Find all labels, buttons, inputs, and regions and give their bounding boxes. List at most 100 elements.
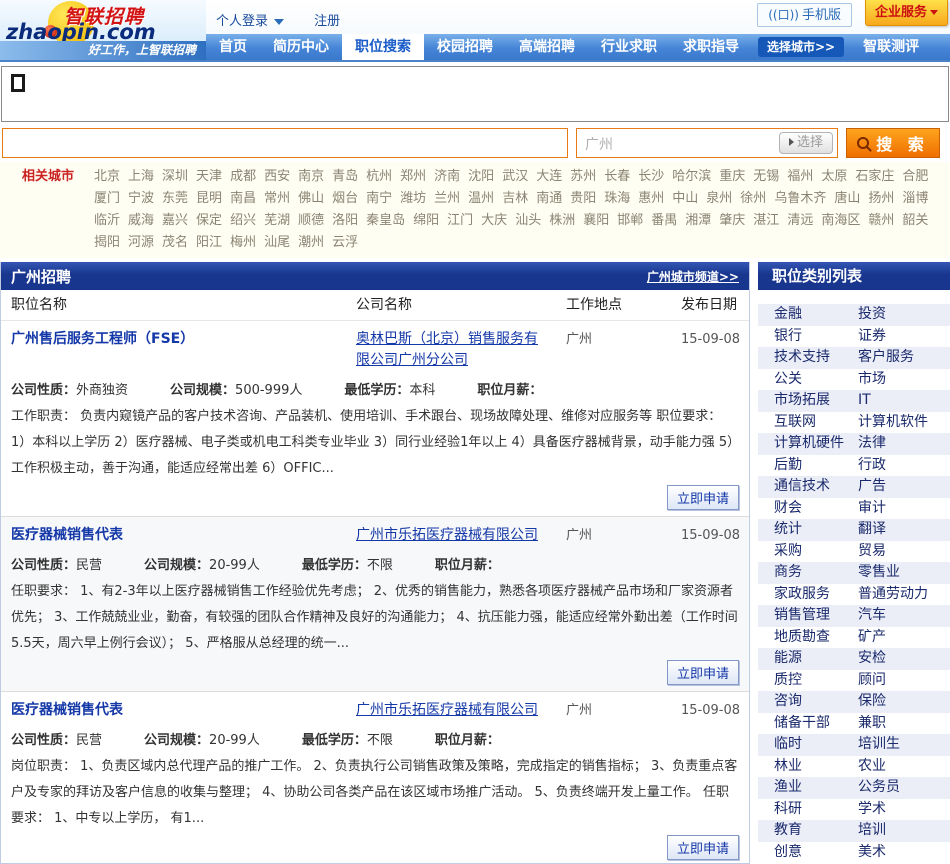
category-link[interactable]: 临时	[774, 734, 858, 756]
related-city-link[interactable]: 贵阳	[570, 188, 596, 210]
related-city-link[interactable]: 重庆	[719, 166, 745, 188]
related-city-link[interactable]: 威海	[128, 210, 154, 232]
related-city-link[interactable]: 淄博	[902, 188, 928, 210]
city-select-button[interactable]: 选择	[778, 132, 833, 154]
job-title-link[interactable]: 医疗器械销售代表	[11, 700, 356, 721]
related-city-link[interactable]: 阳江	[196, 232, 222, 254]
related-city-link[interactable]: 绍兴	[230, 210, 256, 232]
related-city-link[interactable]: 徐州	[740, 188, 766, 210]
related-city-link[interactable]: 长沙	[638, 166, 664, 188]
apply-now-button[interactable]: 立即申请	[666, 485, 739, 510]
related-city-link[interactable]: 番禺	[651, 210, 677, 232]
related-city-link[interactable]: 汕尾	[264, 232, 290, 254]
related-city-link[interactable]: 佛山	[298, 188, 324, 210]
category-link[interactable]: 公务员	[858, 777, 950, 799]
related-city-link[interactable]: 郑州	[400, 166, 426, 188]
nav-city-select-button[interactable]: 选择城市>>	[758, 37, 845, 57]
category-link[interactable]: 采购	[774, 541, 858, 563]
related-city-link[interactable]: 清远	[787, 210, 813, 232]
related-city-link[interactable]: 南宁	[366, 188, 392, 210]
related-city-link[interactable]: 云浮	[332, 232, 358, 254]
job-company-link[interactable]: 广州市乐拓医疗器械有限公司	[356, 700, 566, 721]
category-link[interactable]: 林业	[774, 756, 858, 778]
related-city-link[interactable]: 苏州	[570, 166, 596, 188]
nav-tab[interactable]: 求职指导	[670, 34, 752, 60]
related-city-link[interactable]: 唐山	[834, 188, 860, 210]
related-city-link[interactable]: 株洲	[549, 210, 575, 232]
category-link[interactable]: 教育	[774, 820, 858, 842]
category-link[interactable]: 审计	[858, 498, 950, 520]
category-link[interactable]: 销售管理	[774, 605, 858, 627]
related-city-link[interactable]: 武汉	[502, 166, 528, 188]
category-link[interactable]: 金融	[774, 304, 858, 326]
category-link[interactable]: 咨询	[774, 691, 858, 713]
related-city-link[interactable]: 秦皇岛	[366, 210, 405, 232]
category-link[interactable]: 保险	[858, 691, 950, 713]
related-city-link[interactable]: 哈尔滨	[672, 166, 711, 188]
related-city-link[interactable]: 厦门	[94, 188, 120, 210]
category-link[interactable]: 技术支持	[774, 347, 858, 369]
personal-login-link[interactable]: 个人登录	[216, 14, 268, 29]
category-link[interactable]: 汽车	[858, 605, 950, 627]
zhaopin-logo[interactable]: 智联招聘 zhaopin.com 好工作，上智联招聘	[0, 0, 206, 60]
city-input[interactable]	[583, 131, 757, 157]
category-link[interactable]: 顾问	[858, 670, 950, 692]
mobile-version-button[interactable]: ((口)) 手机版	[757, 3, 852, 27]
category-link[interactable]: 商务	[774, 562, 858, 584]
related-city-link[interactable]: 石家庄	[855, 166, 894, 188]
related-city-link[interactable]: 青岛	[332, 166, 358, 188]
related-city-link[interactable]: 宁波	[128, 188, 154, 210]
related-city-link[interactable]: 江门	[447, 210, 473, 232]
related-city-link[interactable]: 常州	[264, 188, 290, 210]
related-city-link[interactable]: 沈阳	[468, 166, 494, 188]
related-city-link[interactable]: 河源	[128, 232, 154, 254]
register-link[interactable]: 注册	[314, 14, 340, 29]
category-link[interactable]: 学术	[858, 799, 950, 821]
category-link[interactable]: 家政服务	[774, 584, 858, 606]
related-city-link[interactable]: 汕头	[515, 210, 541, 232]
category-link[interactable]: 贸易	[858, 541, 950, 563]
related-city-link[interactable]: 福州	[787, 166, 813, 188]
related-city-link[interactable]: 肇庆	[719, 210, 745, 232]
related-city-link[interactable]: 兰州	[434, 188, 460, 210]
related-city-link[interactable]: 深圳	[162, 166, 188, 188]
related-city-link[interactable]: 上海	[128, 166, 154, 188]
related-city-link[interactable]: 无锡	[753, 166, 779, 188]
search-button[interactable]: 搜 索	[846, 128, 940, 158]
category-link[interactable]: 普通劳动力	[858, 584, 950, 606]
category-link[interactable]: 市场	[858, 369, 950, 391]
category-link[interactable]: 计算机软件	[858, 412, 950, 434]
related-city-link[interactable]: 合肥	[902, 166, 928, 188]
category-link[interactable]: 通信技术	[774, 476, 858, 498]
related-city-link[interactable]: 保定	[196, 210, 222, 232]
category-link[interactable]: 创意	[774, 842, 858, 864]
category-link[interactable]: 证券	[858, 326, 950, 348]
apply-now-button[interactable]: 立即申请	[666, 835, 739, 860]
related-city-link[interactable]: 西安	[264, 166, 290, 188]
related-city-link[interactable]: 梅州	[230, 232, 256, 254]
category-link[interactable]: 统计	[774, 519, 858, 541]
related-city-link[interactable]: 济南	[434, 166, 460, 188]
related-city-link[interactable]: 泉州	[706, 188, 732, 210]
related-city-link[interactable]: 湘潭	[685, 210, 711, 232]
related-city-link[interactable]: 潍坊	[400, 188, 426, 210]
category-link[interactable]: 科研	[774, 799, 858, 821]
nav-tab[interactable]: 简历中心	[260, 34, 342, 60]
category-link[interactable]: 行政	[858, 455, 950, 477]
related-city-link[interactable]: 中山	[672, 188, 698, 210]
related-city-link[interactable]: 绵阳	[413, 210, 439, 232]
nav-tab[interactable]: 校园招聘	[424, 34, 506, 60]
related-city-link[interactable]: 揭阳	[94, 232, 120, 254]
category-link[interactable]: 公关	[774, 369, 858, 391]
category-link[interactable]: 投资	[858, 304, 950, 326]
category-link[interactable]: 法律	[858, 433, 950, 455]
related-city-link[interactable]: 韶关	[902, 210, 928, 232]
related-city-link[interactable]: 大庆	[481, 210, 507, 232]
related-city-link[interactable]: 芜湖	[264, 210, 290, 232]
category-link[interactable]: 翻译	[858, 519, 950, 541]
category-link[interactable]: 储备干部	[774, 713, 858, 735]
category-link[interactable]: 计算机硬件	[774, 433, 858, 455]
related-city-link[interactable]: 大连	[536, 166, 562, 188]
related-city-link[interactable]: 天津	[196, 166, 222, 188]
related-city-link[interactable]: 成都	[230, 166, 256, 188]
